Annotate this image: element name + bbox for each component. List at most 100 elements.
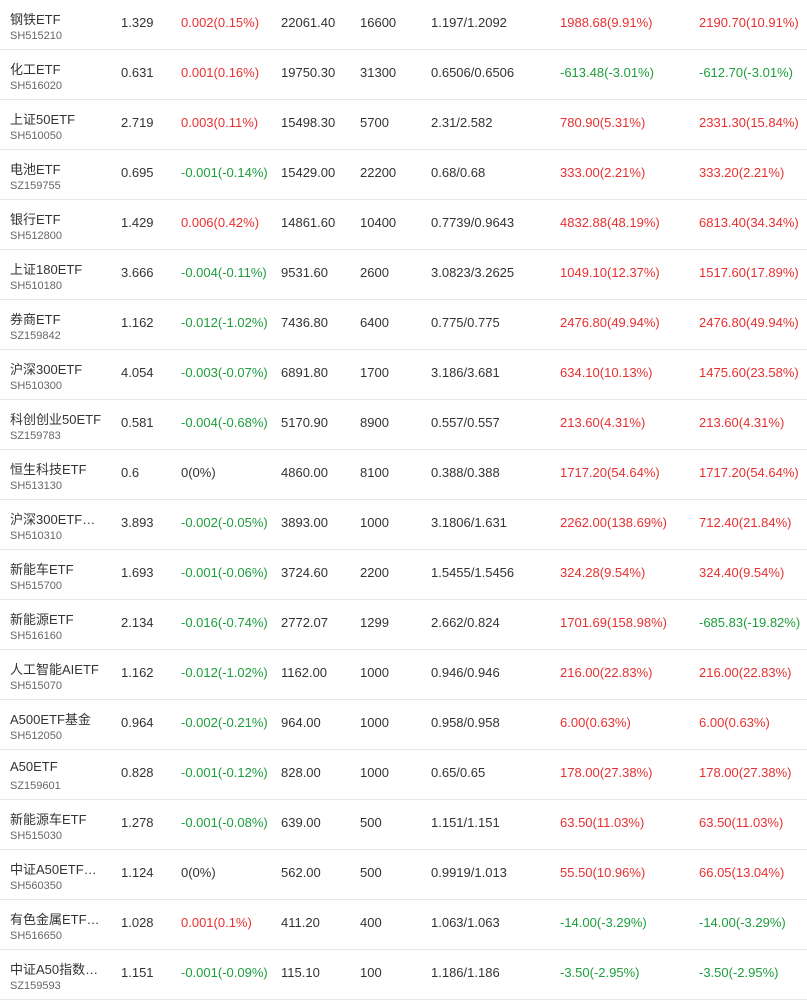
security-code: SH510180 (10, 280, 62, 292)
security-name[interactable]: 券商ETF (10, 309, 61, 328)
security-name[interactable]: 电池ETF (10, 159, 61, 178)
security-name[interactable]: 新能源ETF (10, 609, 74, 628)
quantity-cell: 10400 (360, 215, 397, 230)
security-name[interactable]: 中证A50指数… (10, 959, 98, 978)
profit-loss-cell: 780.90(5.31%) (560, 115, 646, 130)
security-code: SH516020 (10, 80, 62, 92)
security-cell: 中证A50指数… SZ159593 (10, 950, 110, 999)
profit-loss-cell: 1517.60(17.89%) (699, 265, 799, 280)
profit-loss-cell: 1988.68(9.91%) (560, 15, 653, 30)
security-name[interactable]: 新能源车ETF (10, 809, 87, 828)
price-cell: 2.134 (121, 615, 154, 630)
table-row[interactable]: 电池ETF SZ159755 0.695 -0.001(-0.14%) 15429.00… (0, 150, 807, 200)
profit-loss-cell: 178.00(27.38%) (560, 765, 653, 780)
security-name[interactable]: 科创创业50ETF (10, 409, 101, 428)
market-value-cell: 7436.80 (281, 315, 328, 330)
security-name[interactable]: 上证180ETF (10, 259, 82, 278)
quantity-cell: 31300 (360, 65, 397, 80)
security-code: SH510310 (10, 530, 62, 542)
security-cell: 新能车ETF SH515700 (10, 550, 110, 599)
table-row[interactable]: 有色金属ETF… SH516650 1.028 0.001(0.1%) 411.20 40… (0, 900, 807, 950)
profit-loss-cell: -685.83(-19.82%) (699, 615, 801, 630)
table-row[interactable]: 钢铁ETF SH515210 1.329 0.002(0.15%) 22061.40 16… (0, 0, 807, 50)
price-cell: 1.278 (121, 815, 154, 830)
profit-loss-cell: 6.00(0.63%) (699, 715, 770, 730)
table-row[interactable]: 恒生科技ETF SH513130 0.6 0(0%) 4860.00 8100 0.388/… (0, 450, 807, 500)
cost-cell: 0.9919/1.013 (431, 865, 507, 880)
change-cell: -0.016(-0.74%) (181, 615, 268, 630)
security-cell: 中证A50ETF… SH560350 (10, 850, 110, 899)
security-name[interactable]: 有色金属ETF… (10, 909, 100, 928)
cost-cell: 1.063/1.063 (431, 915, 500, 930)
table-row[interactable]: 上证50ETF SH510050 2.719 0.003(0.11%) 15498.30… (0, 100, 807, 150)
cost-cell: 0.775/0.775 (431, 315, 500, 330)
profit-loss-cell: 2190.70(10.91%) (699, 15, 799, 30)
change-cell: 0.002(0.15%) (181, 15, 260, 30)
market-value-cell: 4860.00 (281, 465, 328, 480)
table-row[interactable]: A500ETF基金 SH512050 0.964 -0.002(-0.21%) 964.… (0, 700, 807, 750)
security-name[interactable]: 上证50ETF (10, 109, 75, 128)
security-name[interactable]: 沪深300ETF (10, 359, 82, 378)
security-cell: 人工智能AIETF SH515070 (10, 650, 110, 699)
profit-loss-cell: 712.40(21.84%) (699, 515, 792, 530)
profit-loss-cell: 2331.30(15.84%) (699, 115, 799, 130)
market-value-cell: 5170.90 (281, 415, 328, 430)
change-cell: -0.001(-0.06%) (181, 565, 268, 580)
profit-loss-cell: -612.70(-3.01%) (699, 65, 793, 80)
table-row[interactable]: 券商ETF SZ159842 1.162 -0.012(-1.02%) 7436.80 6… (0, 300, 807, 350)
price-cell: 0.581 (121, 415, 154, 430)
table-row[interactable]: 上证180ETF SH510180 3.666 -0.004(-0.11%) 9531.… (0, 250, 807, 300)
table-row[interactable]: 科创创业50ETF SZ159783 0.581 -0.004(-0.68%) 5170… (0, 400, 807, 450)
table-row[interactable]: 新能源ETF SH516160 2.134 -0.016(-0.74%) 2772.07… (0, 600, 807, 650)
security-name[interactable]: 钢铁ETF (10, 9, 61, 28)
cost-cell: 2.662/0.824 (431, 615, 500, 630)
change-cell: -0.002(-0.21%) (181, 715, 268, 730)
security-name[interactable]: A500ETF基金 (10, 709, 91, 728)
security-code: SH560350 (10, 880, 62, 892)
price-cell: 0.6 (121, 465, 140, 480)
quantity-cell: 2600 (360, 265, 389, 280)
security-code: SH515030 (10, 830, 62, 842)
security-cell: 新能源车ETF SH515030 (10, 800, 110, 849)
security-name[interactable]: 新能车ETF (10, 559, 74, 578)
quantity-cell: 1299 (360, 615, 389, 630)
table-row[interactable]: 化工ETF SH516020 0.631 0.001(0.16%) 19750.30 31… (0, 50, 807, 100)
security-name[interactable]: 中证A50ETF… (10, 859, 97, 878)
table-row[interactable]: 新能源车ETF SH515030 1.278 -0.001(-0.08%) 639.00… (0, 800, 807, 850)
security-name[interactable]: 沪深300ETF… (10, 509, 95, 528)
profit-loss-cell: 63.50(11.03%) (560, 815, 645, 830)
change-cell: -0.004(-0.11%) (181, 265, 267, 280)
change-cell: -0.012(-1.02%) (181, 315, 268, 330)
price-cell: 1.151 (121, 965, 154, 980)
security-name[interactable]: 银行ETF (10, 209, 61, 228)
table-row[interactable]: 中证A50ETF… SH560350 1.124 0(0%) 562.00 500 0.99… (0, 850, 807, 900)
table-row[interactable]: 人工智能AIETF SH515070 1.162 -0.012(-1.02%) 1162… (0, 650, 807, 700)
cost-cell: 3.1806/1.631 (431, 515, 507, 530)
quantity-cell: 1000 (360, 665, 389, 680)
change-cell: -0.001(-0.12%) (181, 765, 268, 780)
security-name[interactable]: 化工ETF (10, 59, 61, 78)
security-code: SH512050 (10, 730, 62, 742)
profit-loss-cell: -3.50(-2.95%) (560, 965, 640, 980)
market-value-cell: 15429.00 (281, 165, 336, 180)
change-cell: -0.004(-0.68%) (181, 415, 268, 430)
table-row[interactable]: 新能车ETF SH515700 1.693 -0.001(-0.06%) 3724.60… (0, 550, 807, 600)
table-row[interactable]: A50ETF SZ159601 0.828 -0.001(-0.12%) 828.00 1… (0, 750, 807, 800)
price-cell: 1.329 (121, 15, 154, 30)
security-cell: 上证180ETF SH510180 (10, 250, 110, 299)
quantity-cell: 2200 (360, 565, 389, 580)
table-row[interactable]: 沪深300ETF… SH510310 3.893 -0.002(-0.05%) 3893… (0, 500, 807, 550)
profit-loss-cell: 2262.00(138.69%) (560, 515, 667, 530)
security-name[interactable]: 人工智能AIETF (10, 659, 99, 678)
table-row[interactable]: 沪深300ETF SH510300 4.054 -0.003(-0.07%) 6891.… (0, 350, 807, 400)
change-cell: 0(0%) (181, 865, 216, 880)
profit-loss-cell: 66.05(13.04%) (699, 865, 785, 880)
security-name[interactable]: A50ETF (10, 759, 58, 774)
security-name[interactable]: 恒生科技ETF (10, 459, 87, 478)
table-row[interactable]: 中证A50指数… SZ159593 1.151 -0.001(-0.09%) 115.1… (0, 950, 807, 1000)
quantity-cell: 1000 (360, 515, 389, 530)
profit-loss-cell: 63.50(11.03%) (699, 815, 784, 830)
quantity-cell: 22200 (360, 165, 397, 180)
table-row[interactable]: 银行ETF SH512800 1.429 0.006(0.42%) 14861.60 10… (0, 200, 807, 250)
cost-cell: 3.186/3.681 (431, 365, 500, 380)
